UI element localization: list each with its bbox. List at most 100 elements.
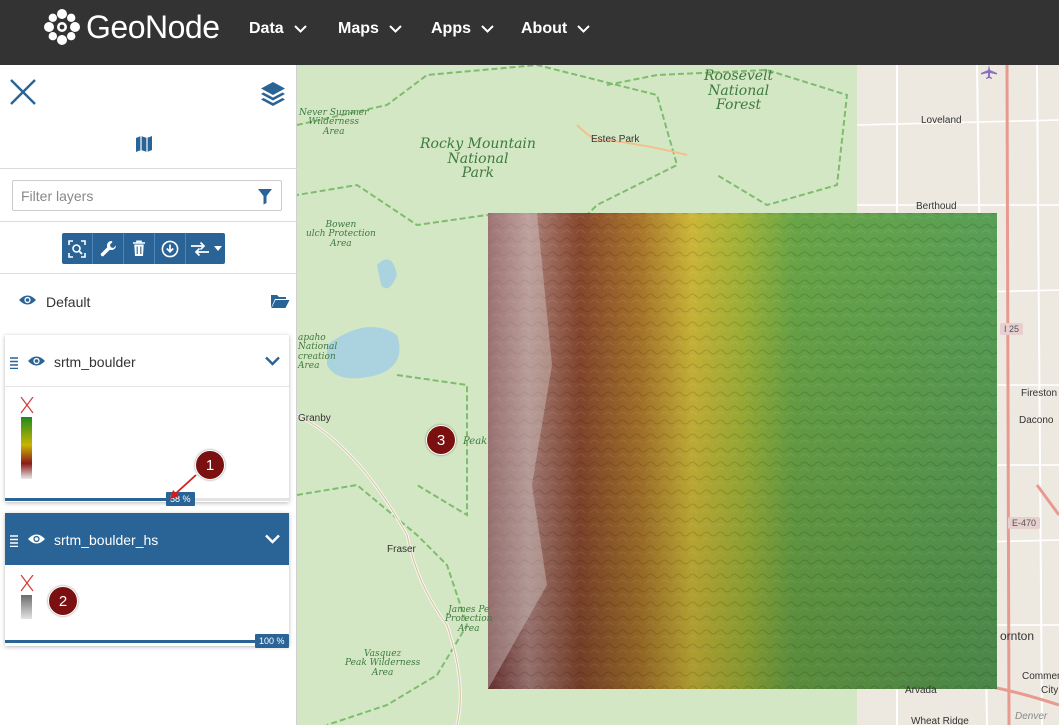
- filter-layers-box: [12, 180, 282, 211]
- label-line: Area: [322, 126, 345, 137]
- caret-down-icon: [213, 246, 222, 251]
- label-line: Rocky Mountain: [420, 136, 536, 152]
- opacity-slider[interactable]: [5, 640, 289, 643]
- drag-handle-icon[interactable]: [10, 357, 18, 369]
- label-line: Area: [298, 361, 320, 372]
- chevron-down-icon: [293, 25, 307, 33]
- chevron-down-icon[interactable]: [265, 356, 280, 366]
- divider: [0, 168, 297, 169]
- nav-data[interactable]: Data: [249, 20, 307, 38]
- layer-toolbar: [62, 233, 225, 264]
- brand-logo[interactable]: GeoNode: [42, 7, 220, 47]
- callout-badge: 1: [195, 450, 225, 480]
- divider: [0, 221, 297, 222]
- town-label: Arvada: [905, 685, 937, 696]
- layer-item-srtm-boulder-hs[interactable]: srtm_boulder_hs 100 %: [5, 513, 289, 648]
- zoom-to-layer-button[interactable]: [62, 233, 93, 264]
- layer-name: srtm_boulder_hs: [54, 532, 159, 548]
- eye-icon[interactable]: [27, 355, 46, 367]
- close-icon[interactable]: [8, 77, 38, 107]
- map-area-label: Bowen ulch Protection Area: [306, 220, 376, 249]
- geonode-flower-icon: [44, 9, 80, 45]
- nav-maps[interactable]: Maps: [338, 20, 402, 38]
- callout-badge: 2: [48, 586, 78, 616]
- road-shield: E-470: [1008, 517, 1041, 529]
- basemap-tiles: [297, 65, 1059, 725]
- chevron-down-icon: [577, 25, 590, 33]
- nav-about-label: About: [521, 20, 568, 37]
- layer-legend-colorramp: [20, 397, 34, 479]
- opacity-slider[interactable]: [5, 498, 289, 501]
- download-layer-button[interactable]: [155, 233, 186, 264]
- map-area-label: Roosevelt National Forest: [704, 69, 773, 113]
- nav-data-label: Data: [249, 20, 284, 37]
- town-label: Fraser: [387, 544, 416, 555]
- town-label: Commer: [1022, 671, 1059, 682]
- town-label: Denver: [1015, 711, 1048, 722]
- map-area-label: Vasquez Peak Wilderness Area: [345, 649, 420, 678]
- callout-arrow-icon: [170, 474, 197, 499]
- airport-icon: [981, 65, 997, 79]
- town-label: Dacono: [1019, 415, 1054, 426]
- map-area-label: Peak: [463, 436, 488, 448]
- swipe-compare-dropdown[interactable]: [186, 233, 225, 264]
- label-line: Area: [330, 238, 352, 249]
- town-label: Wheat Ridge: [911, 716, 969, 725]
- label-line: Area: [457, 623, 480, 634]
- layer-header[interactable]: srtm_boulder: [5, 335, 289, 387]
- folder-open-icon[interactable]: [270, 293, 290, 309]
- opacity-value-badge[interactable]: 100 %: [255, 634, 289, 648]
- label-line: Forest: [716, 97, 762, 114]
- town-label: Estes Park: [591, 134, 640, 145]
- layer-header[interactable]: srtm_boulder_hs: [5, 513, 289, 565]
- filter-icon[interactable]: [257, 188, 273, 205]
- layer-group-default[interactable]: Default: [18, 290, 290, 314]
- label-line: National: [447, 150, 509, 167]
- map-area-label: Rocky Mountain National Park: [420, 137, 536, 181]
- label-line: Area: [371, 667, 394, 678]
- group-label: Default: [46, 294, 91, 310]
- layer-name: srtm_boulder: [54, 354, 136, 370]
- layer-item-srtm-boulder[interactable]: srtm_boulder 58 %: [5, 335, 289, 506]
- chevron-down-icon: [481, 25, 494, 33]
- eye-icon[interactable]: [18, 294, 37, 306]
- label-line: Park: [461, 165, 495, 182]
- map-canvas[interactable]: Roosevelt National Forest Rocky Mountain…: [297, 65, 1059, 725]
- opacity-slider-fill: [5, 640, 289, 643]
- layer-legend-grayramp: [20, 575, 34, 619]
- trash-icon: [133, 240, 145, 256]
- eye-icon[interactable]: [27, 533, 46, 545]
- nav-apps-label: Apps: [431, 20, 471, 37]
- layers-icon[interactable]: [259, 79, 287, 107]
- label-line: National: [708, 82, 770, 99]
- download-icon: [161, 240, 179, 257]
- brand-name: GeoNode: [86, 8, 220, 45]
- town-label: Fireston: [1021, 388, 1058, 399]
- label-line: Roosevelt: [704, 68, 774, 84]
- map-area-label: James Pe Protection Area: [445, 605, 492, 634]
- wrench-icon: [100, 240, 116, 257]
- layer-settings-button[interactable]: [93, 233, 124, 264]
- town-label: City: [1041, 685, 1059, 696]
- zoom-extent-icon: [68, 239, 86, 258]
- callout-badge: 3: [426, 425, 456, 455]
- town-label: Berthoud: [916, 201, 957, 212]
- map-icon[interactable]: [135, 135, 153, 153]
- map-area-label: Never Summer Wilderness Area: [299, 108, 368, 137]
- nav-about[interactable]: About: [521, 20, 590, 38]
- filter-layers-input[interactable]: [13, 181, 249, 210]
- top-navbar: GeoNode Data Maps Apps About: [0, 0, 1059, 65]
- chevron-down-icon: [389, 25, 402, 33]
- swap-arrows-icon: [190, 241, 209, 256]
- divider: [0, 273, 297, 274]
- delete-layer-button[interactable]: [124, 233, 155, 264]
- nav-apps[interactable]: Apps: [431, 20, 494, 38]
- drag-handle-icon[interactable]: [10, 535, 18, 547]
- town-label: ornton: [1000, 629, 1035, 643]
- town-label: Granby: [298, 413, 331, 424]
- label-line: Peak: [463, 436, 488, 447]
- nav-maps-label: Maps: [338, 20, 379, 37]
- road-shield: I 25: [1000, 323, 1024, 335]
- town-label: Loveland: [921, 115, 962, 126]
- chevron-down-icon[interactable]: [265, 534, 280, 544]
